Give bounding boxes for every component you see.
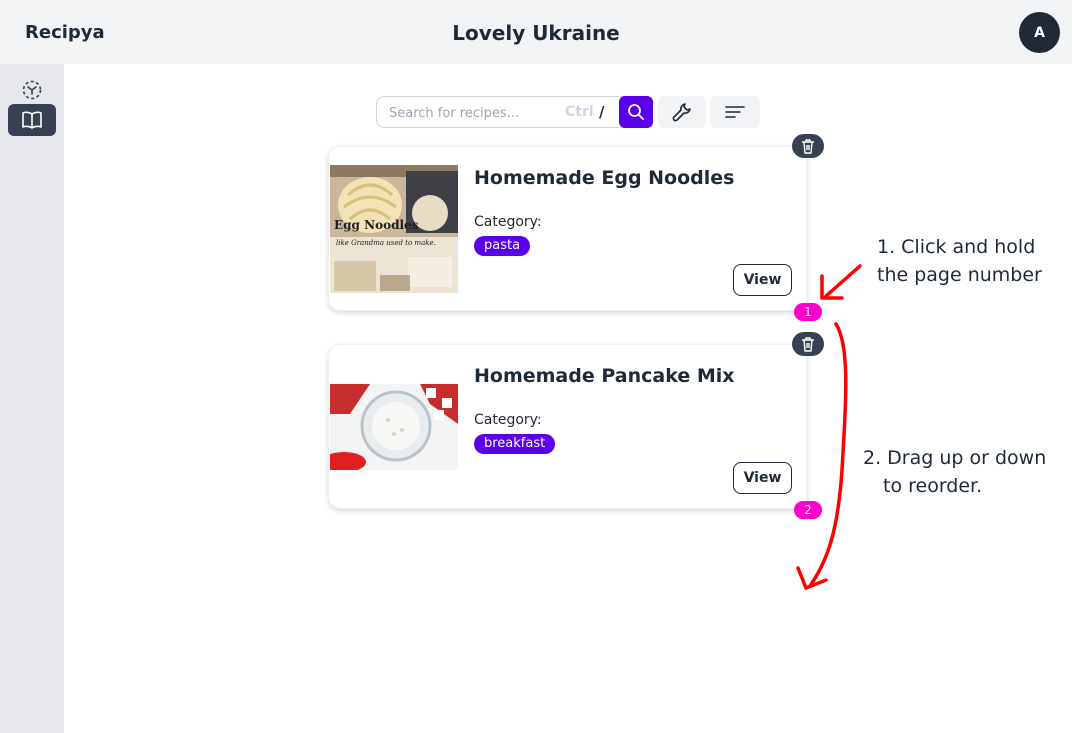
annotation-step2-line1: 2. Drag up or down [863,447,1047,469]
arrow-to-page-number [820,264,862,300]
drag-arrow [796,322,848,590]
annotation-step2-line2: to reorder. [883,475,983,497]
annotation-step1-line2: the page number [877,264,1042,286]
annotation-arrows [796,264,862,590]
annotation-step1-line1: 1. Click and hold [877,236,1036,258]
